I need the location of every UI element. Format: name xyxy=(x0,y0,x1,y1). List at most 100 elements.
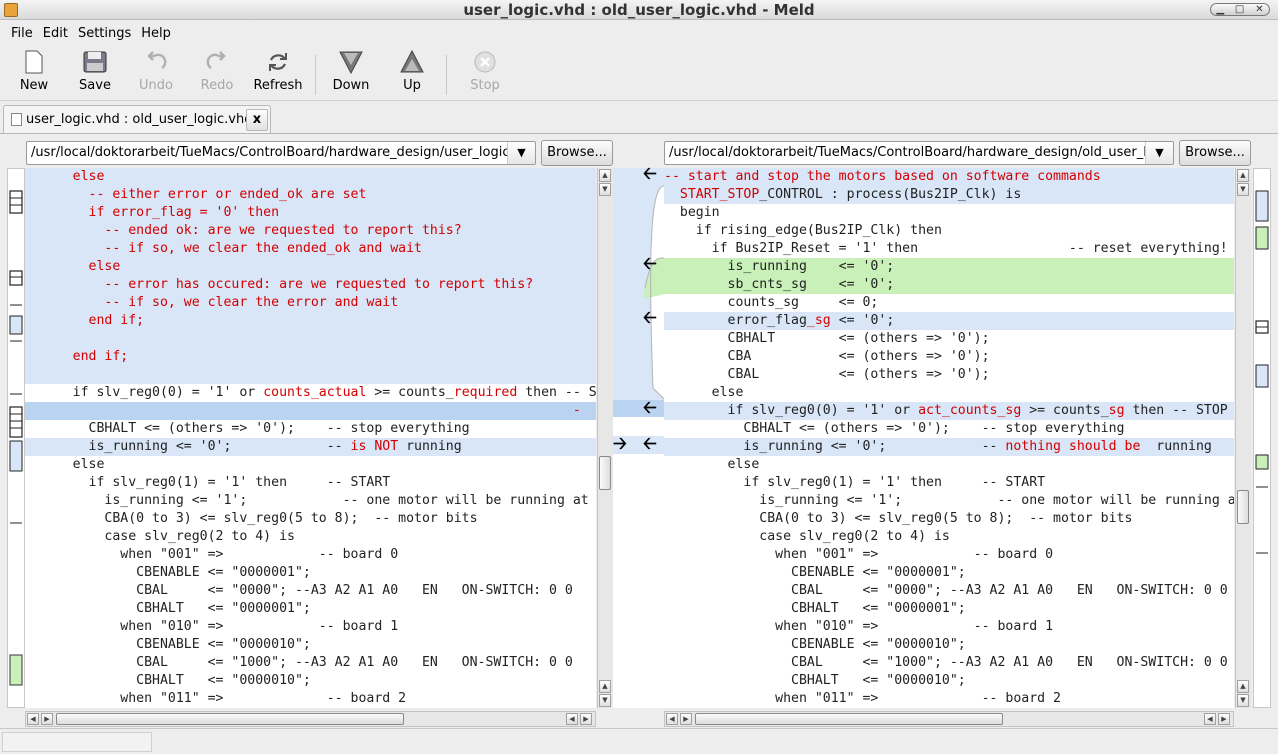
left-code-line: -- ended ok: are we requested to report … xyxy=(25,222,596,240)
left-browse-button[interactable]: Browse... xyxy=(541,140,613,166)
scroll-down-icon[interactable]: ▼ xyxy=(599,183,611,196)
right-code-line: CBENABLE <= "0000001"; xyxy=(664,565,966,580)
maximize-icon[interactable]: □ xyxy=(1235,4,1244,15)
left-horizontal-scrollbar[interactable]: ◀ ▶ ◀ ▶ xyxy=(25,711,596,727)
right-code-line: START_STOP_CONTROL : process(Bus2IP_Clk)… xyxy=(664,186,1234,204)
close-window-icon[interactable]: ✕ xyxy=(1255,4,1263,15)
scroll-down-icon[interactable]: ▼ xyxy=(1237,694,1249,707)
left-code-line: if slv_reg0(1) = '1' then -- START xyxy=(25,475,391,490)
arrow-right-icon[interactable]: 🡢 xyxy=(613,435,627,453)
right-code-line: CBHALT <= "0000001"; xyxy=(664,601,966,616)
redo-button[interactable]: Redo xyxy=(196,49,238,99)
window-controls[interactable]: ▁ □ ✕ xyxy=(1210,3,1270,16)
menu-help[interactable]: Help xyxy=(136,26,176,41)
left-code-line: -- error has occured: are we requested t… xyxy=(25,276,596,294)
link-pane[interactable]: 🡠 🡠 🡠 🡠 🡢 🡠 xyxy=(613,165,664,708)
new-icon xyxy=(21,49,47,75)
refresh-button[interactable]: Refresh xyxy=(252,49,304,99)
arrow-left-icon[interactable]: 🡠 xyxy=(643,435,657,453)
scroll-thumb[interactable] xyxy=(1237,490,1249,524)
arrow-left-icon[interactable]: 🡠 xyxy=(643,255,657,273)
left-code-line: when "010" => -- board 1 xyxy=(25,619,399,634)
right-code-line: counts_sg <= 0; xyxy=(664,295,879,310)
left-code-line: if slv_reg0(0) = '1' or counts_actual >=… xyxy=(25,385,596,400)
left-path-text: /usr/local/doktorarbeit/TueMacs/ControlB… xyxy=(31,145,536,160)
left-vertical-scrollbar[interactable]: ▲ ▼ ▲ ▼ xyxy=(597,168,613,708)
right-code-line: if slv_reg0(1) = '1' then -- START xyxy=(664,475,1046,490)
tab-comparison[interactable]: user_logic.vhd : old_user_logic.vhd x xyxy=(3,105,271,133)
scroll-right-icon[interactable]: ▶ xyxy=(1218,713,1230,725)
menu-file[interactable]: File xyxy=(6,26,38,41)
menu-edit[interactable]: Edit xyxy=(38,26,73,41)
scroll-down-icon[interactable]: ▼ xyxy=(599,694,611,707)
right-code-line: else xyxy=(664,457,760,472)
right-code-line: if Bus2IP_Reset = '1' then -- reset ever… xyxy=(664,241,1228,256)
right-code-line: CBA <= (others => '0'); xyxy=(664,349,990,364)
chevron-down-icon[interactable]: ▼ xyxy=(1145,142,1173,164)
up-button[interactable]: Up xyxy=(392,49,432,99)
new-button[interactable]: New xyxy=(14,49,54,99)
scroll-right-icon[interactable]: ▶ xyxy=(580,713,592,725)
scroll-left-icon[interactable]: ◀ xyxy=(566,713,578,725)
right-code-line: when "010" => -- board 1 xyxy=(664,619,1054,634)
tab-close-button[interactable]: x xyxy=(246,109,268,131)
right-path-combo[interactable]: /usr/local/doktorarbeit/TueMacs/ControlB… xyxy=(664,141,1174,165)
right-code-line: is_running <= '0'; xyxy=(664,258,1234,276)
left-path-combo[interactable]: /usr/local/doktorarbeit/TueMacs/ControlB… xyxy=(26,141,536,165)
arrow-left-icon[interactable]: 🡠 xyxy=(643,165,657,183)
scroll-thumb[interactable] xyxy=(695,713,1003,725)
arrow-left-icon[interactable]: 🡠 xyxy=(643,309,657,327)
minimize-icon[interactable]: ▁ xyxy=(1216,4,1224,15)
down-icon xyxy=(338,49,364,75)
scroll-up-icon[interactable]: ▲ xyxy=(599,169,611,182)
right-code-line: CBHALT <= (others => '0'); -- stop every… xyxy=(664,421,1125,436)
arrow-left-icon[interactable]: 🡠 xyxy=(643,399,657,417)
scroll-right-icon[interactable]: ▶ xyxy=(680,713,692,725)
left-diff-overview[interactable] xyxy=(7,168,25,708)
scroll-right-icon[interactable]: ▶ xyxy=(41,713,53,725)
undo-icon xyxy=(143,49,169,75)
left-code-line: CBHALT <= "0000001"; xyxy=(25,601,311,616)
scroll-up-icon[interactable]: ▲ xyxy=(599,680,611,693)
right-diff-overview[interactable] xyxy=(1253,168,1271,708)
scroll-left-icon[interactable]: ◀ xyxy=(666,713,678,725)
undo-button[interactable]: Undo xyxy=(134,49,178,99)
right-code-line: if rising_edge(Bus2IP_Clk) then xyxy=(664,223,942,238)
right-code-line: else xyxy=(664,385,744,400)
tab-label: user_logic.vhd : old_user_logic.vhd xyxy=(26,112,253,127)
scroll-up-icon[interactable]: ▲ xyxy=(1237,680,1249,693)
title-bar: user_logic.vhd : old_user_logic.vhd - Me… xyxy=(0,0,1278,20)
left-code-line: if error_flag = '0' then xyxy=(25,204,596,222)
meld-window: user_logic.vhd : old_user_logic.vhd - Me… xyxy=(0,0,1278,754)
scroll-left-icon[interactable]: ◀ xyxy=(1204,713,1216,725)
right-vertical-scrollbar[interactable]: ▲ ▼ ▲ ▼ xyxy=(1235,168,1251,708)
right-code-line: CBHALT <= (others => '0'); xyxy=(664,331,990,346)
left-code-line: when "011" => -- board 2 xyxy=(25,691,407,706)
down-button[interactable]: Down xyxy=(330,49,372,99)
right-code-line: case slv_reg0(2 to 4) is xyxy=(664,529,950,544)
scroll-left-icon[interactable]: ◀ xyxy=(27,713,39,725)
scroll-thumb[interactable] xyxy=(599,456,611,490)
left-code-line: CBHALT <= "0000010"; xyxy=(25,673,311,688)
stop-button[interactable]: Stop xyxy=(464,49,506,99)
chevron-down-icon[interactable]: ▼ xyxy=(507,142,535,164)
right-code-line: CBHALT <= "0000010"; xyxy=(664,673,966,688)
scroll-down-icon[interactable]: ▼ xyxy=(1237,183,1249,196)
left-code-line: -- if so, we clear the error and wait xyxy=(25,294,596,312)
menu-settings[interactable]: Settings xyxy=(73,26,136,41)
left-code-line: CBENABLE <= "0000010"; xyxy=(25,637,311,652)
right-browse-button[interactable]: Browse... xyxy=(1179,140,1251,166)
left-code-line: case slv_reg0(2 to 4) is xyxy=(25,529,295,544)
save-button[interactable]: Save xyxy=(74,49,116,99)
scroll-up-icon[interactable]: ▲ xyxy=(1237,169,1249,182)
left-code-line: CBAL <= "0000"; --A3 A2 A1 A0 EN ON-SWIT… xyxy=(25,583,573,598)
left-text-view[interactable]: else -- either error or ended_ok are set… xyxy=(25,168,596,708)
scroll-thumb[interactable] xyxy=(56,713,404,725)
left-code-line xyxy=(25,366,596,384)
right-horizontal-scrollbar[interactable]: ◀ ▶ ◀ ▶ xyxy=(664,711,1234,727)
left-code-line: -- if so, we clear the ended_ok and wait xyxy=(25,240,596,258)
toolbar-separator xyxy=(446,55,447,95)
left-code-line: is_running <= '0'; -- is NOT running xyxy=(25,438,596,456)
left-code-line: CBA(0 to 3) <= slv_reg0(5 to 8); -- moto… xyxy=(25,511,478,526)
right-text-view[interactable]: -- start and stop the motors based on so… xyxy=(664,168,1234,708)
